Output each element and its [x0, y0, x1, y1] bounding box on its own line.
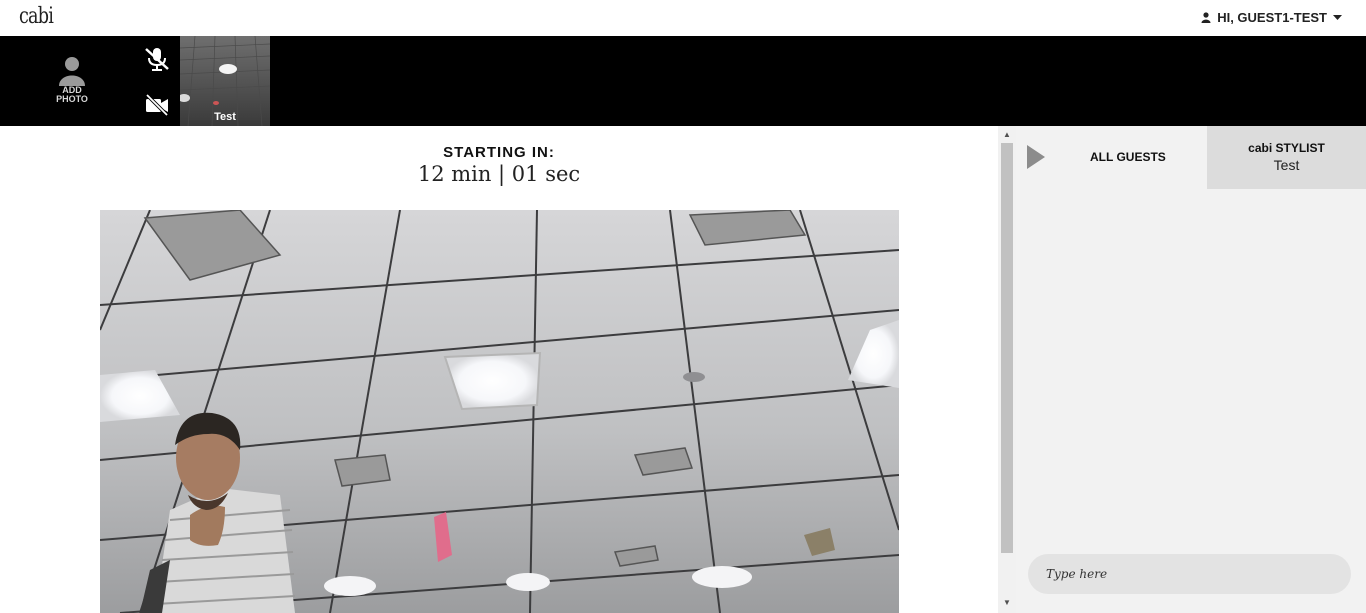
camera-feed-image — [100, 210, 899, 613]
participant-name: Test — [214, 111, 236, 123]
top-header: cabi HI, GUEST1-TEST — [0, 0, 1366, 36]
starting-in-label: STARTING IN: — [443, 144, 555, 161]
user-icon — [1201, 12, 1211, 23]
scroll-down-arrow-icon[interactable]: ▼ — [1001, 598, 1013, 608]
countdown-timer: 12 min | 01 sec — [417, 162, 581, 186]
tab-all-guests-label: ALL GUESTS — [1090, 150, 1166, 164]
chat-panel: ALL GUESTS cabi STYLIST Test — [1016, 126, 1366, 613]
chat-message-input[interactable] — [1028, 554, 1351, 594]
user-greeting: HI, GUEST1-TEST — [1217, 10, 1327, 25]
collapse-panel-arrow-icon[interactable] — [1027, 145, 1045, 169]
camera-off-icon[interactable] — [143, 92, 171, 118]
cabi-logo[interactable]: cabi — [19, 4, 54, 29]
tab-all-guests[interactable]: ALL GUESTS — [1016, 126, 1207, 189]
user-menu[interactable]: HI, GUEST1-TEST — [1201, 10, 1342, 25]
scroll-up-arrow-icon[interactable]: ▲ — [1001, 130, 1013, 140]
scrollbar-thumb[interactable] — [1001, 143, 1013, 553]
tab-stylist-name: Test — [1273, 157, 1300, 173]
participant-video-thumbnail[interactable]: Test — [180, 36, 270, 126]
add-photo-button[interactable]: ADD PHOTO — [40, 54, 104, 104]
main-scrollbar[interactable]: ▲ ▼ — [998, 126, 1016, 613]
main-stage: STARTING IN: 12 min | 01 sec — [0, 126, 998, 613]
add-photo-label-2: PHOTO — [56, 94, 88, 104]
mic-muted-icon[interactable] — [143, 46, 171, 72]
tab-cabi-stylist[interactable]: cabi STYLIST Test — [1207, 126, 1366, 189]
tab-stylist-title: cabi STYLIST — [1248, 141, 1325, 155]
caret-down-icon — [1333, 14, 1342, 20]
main-video-feed[interactable] — [100, 210, 899, 613]
video-strip: ADD PHOTO Test — [0, 36, 1366, 126]
person-placeholder-icon — [59, 57, 85, 86]
